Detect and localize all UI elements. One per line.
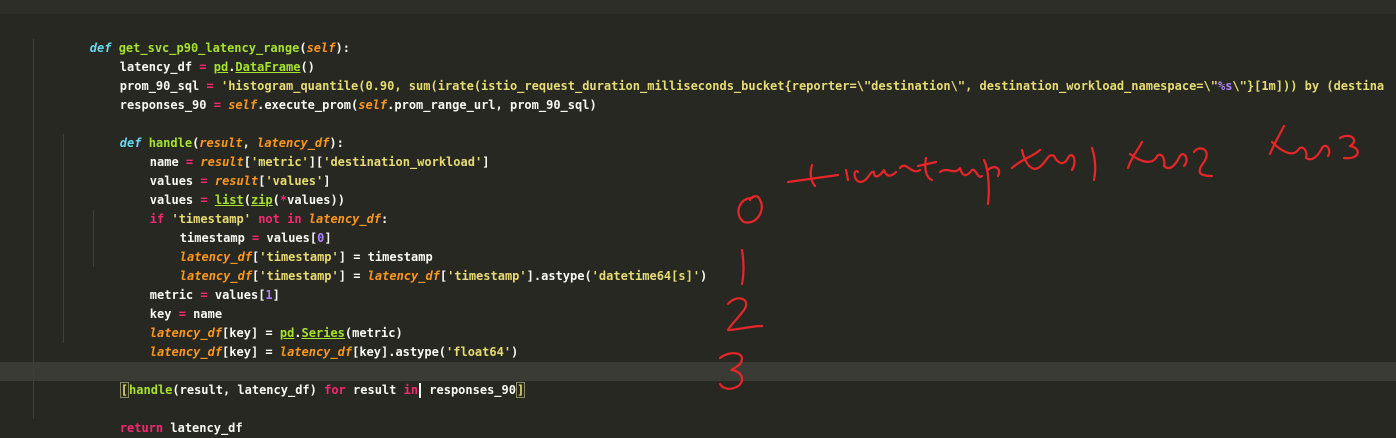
indent-guide <box>33 96 34 115</box>
indent-guide <box>63 305 64 324</box>
code-line-19-current[interactable]: [handle(result, latency_df) for result i… <box>0 362 1396 398</box>
indent-guide <box>63 286 64 305</box>
code-line-17[interactable]: latency_df[key] = latency_df[key].astype… <box>0 324 1396 359</box>
code-line-9[interactable]: values = list(zip(*values)) <box>0 172 1396 207</box>
indent-guide <box>33 172 34 191</box>
code-line-3[interactable]: prom_90_sql = 'histogram_quantile(0.90, … <box>0 58 1396 93</box>
indent-guide <box>63 229 64 248</box>
indent-guide <box>33 248 34 267</box>
code-area[interactable]: def get_svc_p90_latency_range(self): lat… <box>0 20 1396 435</box>
indent-guide <box>93 210 94 229</box>
code-line-5[interactable] <box>0 96 1396 115</box>
code-line-20[interactable] <box>0 381 1396 400</box>
indent-guide <box>63 324 64 343</box>
indent-guide <box>33 343 34 362</box>
code-line-10[interactable]: if 'timestamp' not in latency_df: <box>0 191 1396 226</box>
code-line-13[interactable]: latency_df['timestamp'] = latency_df['ti… <box>0 248 1396 283</box>
code-line-15[interactable]: key = name <box>0 286 1396 321</box>
identifier: latency_df <box>163 421 243 435</box>
indent-guide <box>33 58 34 77</box>
indent-guide <box>63 172 64 191</box>
indent-guide <box>33 191 34 210</box>
code-line-11[interactable]: timestamp = values[0] <box>0 210 1396 245</box>
editor-top-strip <box>0 0 1396 14</box>
indent-guide <box>33 267 34 286</box>
indent-guide <box>33 115 34 134</box>
code-line-18[interactable] <box>0 343 1396 362</box>
indent-guide <box>33 153 34 172</box>
code-line-8[interactable]: values = result['values'] <box>0 153 1396 188</box>
indent-guide <box>33 381 34 400</box>
indent-guide <box>63 191 64 210</box>
code-line-14[interactable]: metric = values[1] <box>0 267 1396 302</box>
indent-guide <box>63 267 64 286</box>
indent-guide <box>33 286 34 305</box>
indent-guide <box>63 134 64 153</box>
indent-guide <box>93 229 94 248</box>
indent-guide <box>33 210 34 229</box>
code-editor[interactable]: def get_svc_p90_latency_range(self): lat… <box>0 0 1396 438</box>
code-line-21[interactable]: return latency_df <box>0 400 1396 435</box>
indent-guide <box>33 229 34 248</box>
code-line-4[interactable]: responses_90 = self.execute_prom(self.pr… <box>0 77 1396 112</box>
code-line-6[interactable]: def handle(result, latency_df): <box>0 115 1396 150</box>
code-line-12[interactable]: latency_df['timestamp'] = timestamp <box>0 229 1396 264</box>
code-line-16[interactable]: latency_df[key] = pd.Series(metric) <box>0 305 1396 340</box>
indent-guide <box>63 153 64 172</box>
indent-guide <box>33 39 34 58</box>
indent-guide <box>33 77 34 96</box>
indent-guide <box>93 248 94 267</box>
code-line-2[interactable]: latency_df = pd.DataFrame() <box>0 39 1396 74</box>
indent-guide <box>33 400 34 419</box>
indent-guide <box>63 248 64 267</box>
code-line-7[interactable]: name = result['metric']['destination_wor… <box>0 134 1396 169</box>
code-line-1[interactable]: def get_svc_p90_latency_range(self): <box>0 20 1396 55</box>
keyword-return: return <box>119 421 164 435</box>
indent-guide <box>63 210 64 229</box>
indent-guide <box>33 134 34 153</box>
indent-guide <box>33 324 34 343</box>
indent-guide <box>33 305 34 324</box>
indent-guide <box>33 362 34 381</box>
